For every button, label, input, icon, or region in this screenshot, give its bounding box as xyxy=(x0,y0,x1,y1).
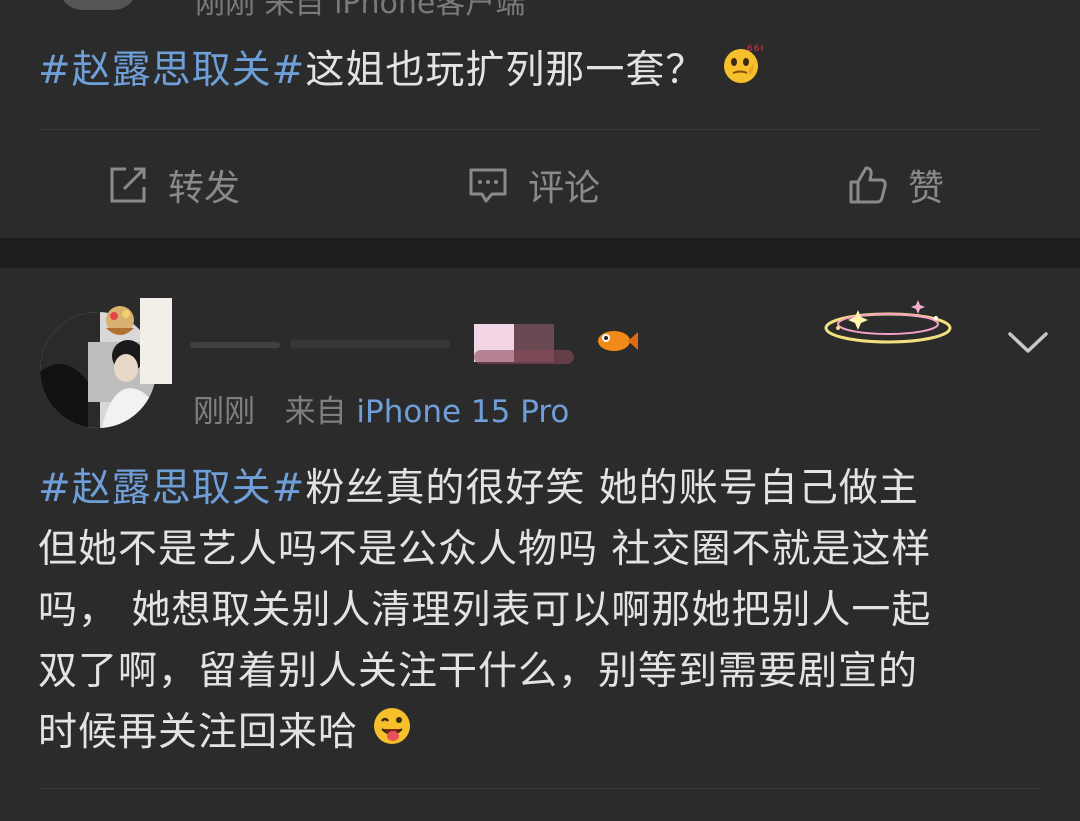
post-body: #赵露思取关#粉丝真的很好笑 她的账号自己做主 但她不是艺人吗不是公众人物吗 社… xyxy=(38,458,1048,763)
post-line: 但她不是艺人吗不是公众人物吗 社交圈不就是这样 xyxy=(38,527,932,572)
svg-text:666: 666 xyxy=(747,44,763,54)
post-meta: 刚刚 来自 iPhone 15 Pro xyxy=(193,386,569,431)
divider xyxy=(38,788,1042,789)
fish-badge-icon xyxy=(594,326,638,356)
like-label: 赞 xyxy=(908,168,945,209)
thinking-emoji-icon: 666 xyxy=(719,42,766,104)
post-line: 吗， 她想取关别人清理列表可以啊那她把别人一起 xyxy=(38,588,932,633)
comment-button[interactable]: 评论 xyxy=(466,150,600,220)
repost-icon xyxy=(110,167,146,203)
action-bar: 转发 评论 赞 xyxy=(0,150,1080,220)
source-device: iPhone 15 Pro xyxy=(356,394,570,430)
tongue-out-emoji-icon xyxy=(371,704,413,765)
post-meta: 刚刚 来自 iPhone客户端 xyxy=(195,0,526,21)
post-card-2: 刚刚 来自 iPhone 15 Pro #赵露思取关#粉丝真的很好笑 她的账号自… xyxy=(0,268,1080,821)
avatar[interactable] xyxy=(58,0,138,10)
post-line: 时候再关注回来哈 xyxy=(38,702,1048,763)
source-prefix: 来自 xyxy=(284,394,347,430)
username-redacted[interactable] xyxy=(190,320,580,364)
repost-label: 转发 xyxy=(168,168,241,209)
feed-separator xyxy=(0,238,1080,268)
thumbs-up-icon xyxy=(849,166,887,204)
post-line: 双了啊，留着别人关注干什么，别等到需要剧宣的 xyxy=(38,649,919,694)
post-text: 这姐也玩扩列那一套？ xyxy=(305,48,706,93)
post-body: #赵露思取关#这姐也玩扩列那一套？ 666 xyxy=(38,40,766,104)
post-card-1: 刚刚 来自 iPhone客户端 #赵露思取关#这姐也玩扩列那一套？ 666 转发 xyxy=(0,0,1080,238)
avatar-pendant-decoration xyxy=(96,298,172,384)
topic-link[interactable]: #赵露思取关# xyxy=(38,466,305,511)
repost-button[interactable]: 转发 xyxy=(106,150,240,220)
divider xyxy=(38,129,1042,130)
topic-link[interactable]: #赵露思取关# xyxy=(38,48,305,93)
sparkle-ring-decoration xyxy=(818,292,958,356)
post-time: 刚刚 xyxy=(193,394,255,430)
comment-label: 评论 xyxy=(528,168,601,209)
comment-icon xyxy=(469,168,507,203)
like-button[interactable]: 赞 xyxy=(846,150,944,220)
chevron-down-icon[interactable] xyxy=(1004,324,1052,360)
post-line: #赵露思取关#粉丝真的很好笑 她的账号自己做主 xyxy=(38,466,919,511)
